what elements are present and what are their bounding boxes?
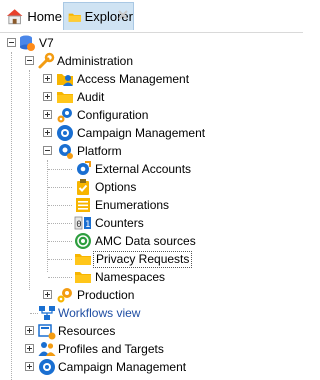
folder-icon xyxy=(68,13,81,22)
tree-node-enumerations[interactable]: Enumerations xyxy=(95,196,169,214)
database-icon xyxy=(20,35,35,51)
clipboard-check-icon xyxy=(77,179,89,195)
tree-connector xyxy=(48,259,72,260)
tree-connector xyxy=(48,187,72,188)
tree-node-counters[interactable]: Counters xyxy=(95,214,144,232)
tree-connector xyxy=(48,205,72,206)
expander-campaign-management-admin[interactable] xyxy=(43,128,52,137)
tree-connector xyxy=(48,277,72,278)
amc-datasource-icon xyxy=(75,233,91,249)
expander-root[interactable] xyxy=(7,38,16,47)
expander-resources[interactable] xyxy=(25,326,34,335)
expander-administration[interactable] xyxy=(25,56,34,65)
expander-configuration[interactable] xyxy=(43,110,52,119)
svg-text:1: 1 xyxy=(85,220,90,230)
tree-connector xyxy=(30,313,38,314)
campaign-icon xyxy=(57,125,73,141)
folder-icon xyxy=(75,254,91,265)
tree-node-configuration[interactable]: Configuration xyxy=(77,106,148,124)
tree-guide-line xyxy=(29,70,30,290)
expander-profiles-and-targets[interactable] xyxy=(25,344,34,353)
tree-node-access-management[interactable]: Access Management xyxy=(77,70,189,88)
tree-node-campaign-management-admin[interactable]: Campaign Management xyxy=(77,124,205,142)
tree-node-platform[interactable]: Platform xyxy=(77,142,122,160)
list-icon xyxy=(76,198,90,212)
tree-node-profiles-and-targets[interactable]: Profiles and Targets xyxy=(58,340,164,358)
tab-bar: Home Explorer xyxy=(0,0,303,33)
gear-external-icon xyxy=(77,161,91,175)
svg-text:0: 0 xyxy=(76,220,81,230)
tree-node-external-accounts[interactable]: External Accounts xyxy=(95,160,191,178)
expander-platform[interactable] xyxy=(43,146,52,155)
tab-home-label: Home xyxy=(27,8,62,24)
home-icon xyxy=(6,9,23,25)
tree-node-privacy-requests[interactable]: Privacy Requests xyxy=(93,251,193,268)
tree-node-options[interactable]: Options xyxy=(95,178,136,196)
gears-icon xyxy=(57,288,72,303)
tree-connector xyxy=(48,169,72,170)
users-icon xyxy=(38,342,56,356)
resources-icon xyxy=(38,324,56,340)
folder-users-icon xyxy=(57,74,73,86)
tree-node-administration[interactable]: Administration xyxy=(57,52,133,70)
counter-icon: 0 1 xyxy=(74,216,91,230)
tree-node-amc-data-sources[interactable]: AMC Data sources xyxy=(95,232,196,250)
expander-production[interactable] xyxy=(43,290,52,299)
tree-node-resources[interactable]: Resources xyxy=(58,322,115,340)
tree-node-root[interactable]: V7 xyxy=(39,34,54,52)
expander-audit[interactable] xyxy=(43,92,52,101)
tree-node-audit[interactable]: Audit xyxy=(77,88,104,106)
close-icon[interactable] xyxy=(117,9,129,21)
tab-home[interactable]: Home xyxy=(2,2,62,30)
tree-node-workflows-view[interactable]: Workflows view xyxy=(58,304,140,322)
tree-guide-line xyxy=(11,52,12,380)
tree-guide-line xyxy=(47,160,48,272)
expander-access-management[interactable] xyxy=(43,74,52,83)
tree-node-campaign-management[interactable]: Campaign Management xyxy=(58,358,186,376)
expander-campaign-management[interactable] xyxy=(25,362,34,371)
tree-node-namespaces[interactable]: Namespaces xyxy=(95,268,165,286)
folder-icon xyxy=(75,272,91,283)
folder-icon xyxy=(57,92,73,103)
tree-connector xyxy=(48,241,72,242)
gears-icon xyxy=(59,144,73,159)
workflow-icon xyxy=(39,306,55,320)
tree-node-production[interactable]: Production xyxy=(77,286,134,304)
campaign-icon xyxy=(39,359,55,375)
gears-icon xyxy=(57,108,72,123)
wrench-icon xyxy=(38,52,55,69)
tree-connector xyxy=(48,223,72,224)
